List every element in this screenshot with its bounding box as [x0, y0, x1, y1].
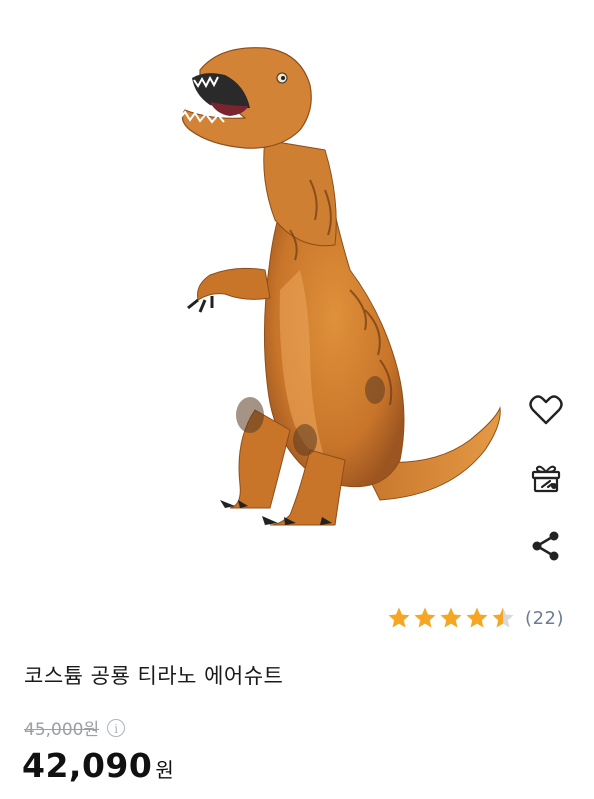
- heart-icon: [529, 395, 563, 425]
- star-half-icon: [492, 607, 514, 628]
- t-rex-costume-image: [179, 47, 501, 526]
- rating[interactable]: (22): [387, 606, 564, 630]
- gift-button[interactable]: [524, 456, 568, 500]
- wishlist-button[interactable]: [524, 388, 568, 432]
- star-full-icon: [388, 607, 410, 628]
- sale-price: 42,090 원: [22, 746, 174, 785]
- info-icon[interactable]: i: [107, 718, 126, 737]
- side-actions: [520, 388, 572, 568]
- star-full-icon: [414, 607, 436, 628]
- star-full-icon: [440, 607, 462, 628]
- price-amount: 42,090: [22, 746, 153, 785]
- product-title: 코스튬 공룡 티라노 에어슈트: [24, 664, 284, 688]
- original-price-row: 45,000원 i: [24, 715, 126, 740]
- star-full-icon: [466, 607, 488, 628]
- original-price: 45,000원: [24, 720, 100, 740]
- share-button[interactable]: [524, 524, 568, 568]
- gift-icon: [531, 465, 561, 493]
- review-count[interactable]: (22): [525, 608, 564, 629]
- price-unit: 원: [155, 758, 174, 782]
- share-icon: [532, 531, 559, 561]
- product-image[interactable]: [150, 30, 520, 550]
